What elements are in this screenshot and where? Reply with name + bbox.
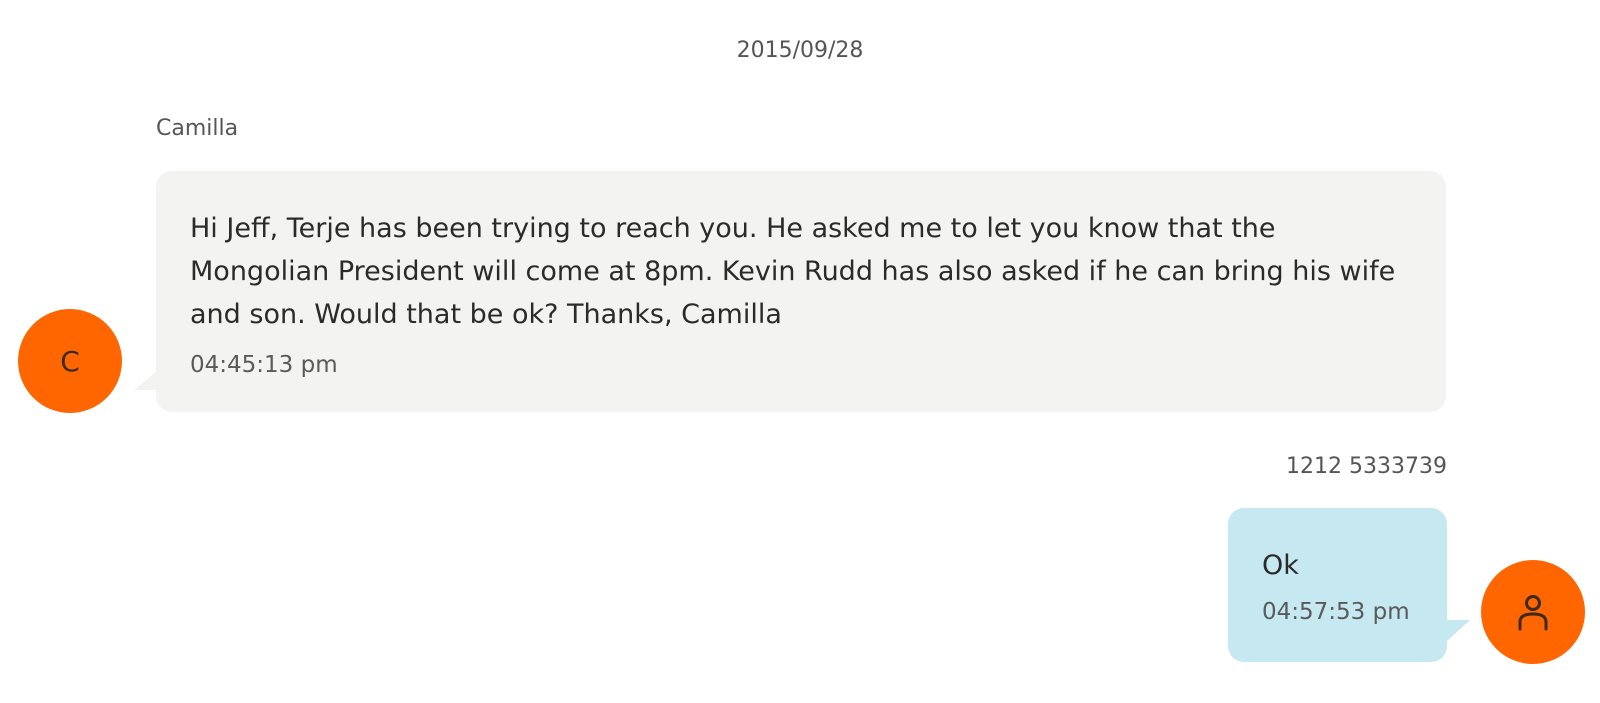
avatar: C [18, 309, 122, 413]
sender-name: Camilla [156, 116, 239, 141]
sender-name: 1212 5333739 [1286, 454, 1447, 479]
avatar [1481, 560, 1585, 664]
chat-thread: 2015/09/28 Camilla Hi Jeff, Terje has be… [0, 0, 1600, 703]
avatar-initial: C [60, 344, 80, 378]
message-bubble-outgoing[interactable]: Ok 04:57:53 pm [1228, 508, 1447, 662]
bubble-tail [134, 370, 158, 390]
message-text: Hi Jeff, Terje has been trying to reach … [190, 213, 1396, 330]
user-icon [1518, 595, 1548, 631]
date-divider: 2015/09/28 [736, 38, 864, 63]
message-text: Ok [1262, 550, 1299, 581]
message-timestamp: 04:57:53 pm [1262, 599, 1410, 625]
message-timestamp: 04:45:13 pm [190, 352, 338, 378]
bubble-tail [1446, 620, 1470, 642]
message-bubble-incoming[interactable]: Hi Jeff, Terje has been trying to reach … [156, 171, 1446, 412]
